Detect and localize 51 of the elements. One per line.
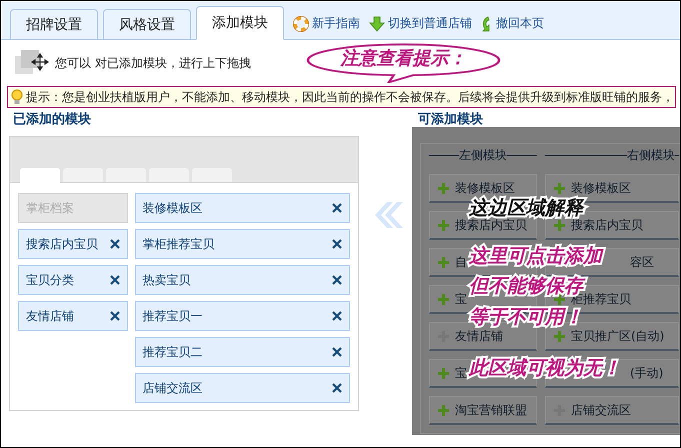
toolbar-link[interactable]: 撤回本页	[496, 15, 544, 32]
close-icon[interactable]	[110, 275, 120, 285]
module-item[interactable]: 推荐宝贝一	[134, 301, 350, 331]
lifebuoy-icon	[293, 16, 309, 32]
tip-text: 提示：您是创业扶植版用户，不能添加、移动模块，因此当前的操作不会被保存。后续将会提供升级到标准版旺铺的服务，	[26, 88, 674, 106]
annotation-text: 但不能够保存	[469, 278, 583, 294]
column-heading: 左侧模块	[459, 146, 507, 164]
section-title: 已添加的模块	[13, 111, 92, 129]
layout-tab[interactable]	[192, 168, 232, 182]
annotation-text: 这边区域解释	[469, 200, 583, 216]
tab[interactable]: 添加模块	[196, 6, 284, 40]
tab[interactable]: 风格设置	[103, 9, 191, 40]
close-icon[interactable]	[332, 239, 342, 249]
close-icon[interactable]	[332, 347, 342, 357]
module-label[interactable]: 容区	[630, 255, 654, 269]
close-icon[interactable]	[332, 383, 342, 393]
arrow-down-icon	[369, 16, 385, 32]
module-item[interactable]: 热卖宝贝	[134, 265, 350, 295]
module-item[interactable]: 装修模板区	[134, 193, 350, 223]
toolbar-link[interactable]: 切换到普通店铺	[388, 15, 472, 32]
annotation-text: 此区域可视为无！	[469, 360, 621, 376]
drag-hint-text: 您可以 对已添加模块，进行上下拖拽	[55, 54, 251, 72]
callout-bubble: 注意查看提示：	[306, 43, 501, 83]
module-label[interactable]: 宝	[455, 366, 467, 380]
plus-icon[interactable]	[554, 294, 565, 304]
annotation-text: 等于不可用！	[469, 309, 583, 325]
close-icon[interactable]	[110, 239, 120, 249]
module-item[interactable]: 友情店铺	[18, 301, 128, 331]
module-item[interactable]: 推荐宝贝二	[134, 337, 350, 367]
module-item[interactable]: 搜索店内宝贝	[18, 229, 128, 259]
section-title: 可添加模块	[418, 111, 483, 129]
layout-tab[interactable]	[20, 168, 60, 183]
close-icon[interactable]	[332, 311, 342, 321]
layout-tab[interactable]	[149, 168, 189, 182]
close-icon[interactable]	[332, 203, 342, 213]
lightbulb-icon	[11, 89, 23, 105]
toolbar-link[interactable]: 新手指南	[312, 15, 360, 32]
module-label[interactable]: 自	[455, 255, 467, 269]
module-label[interactable]: (手动)	[630, 366, 664, 380]
module-item[interactable]: 店铺交流区	[134, 373, 350, 403]
module-item[interactable]: 掌柜推荐宝贝	[134, 229, 350, 259]
layout-tab[interactable]	[63, 168, 103, 182]
close-icon[interactable]	[110, 311, 120, 321]
column-heading: 右侧模块	[627, 146, 675, 164]
module-item[interactable]: 宝贝分类	[18, 265, 128, 295]
close-icon[interactable]	[332, 275, 342, 285]
double-chevron-left-icon	[373, 200, 403, 230]
tab[interactable]: 招牌设置	[10, 9, 98, 40]
module-label[interactable]: 宝	[455, 292, 467, 306]
annotation-text: 这里可点击添加	[469, 248, 602, 264]
layout-tab[interactable]	[106, 168, 146, 182]
